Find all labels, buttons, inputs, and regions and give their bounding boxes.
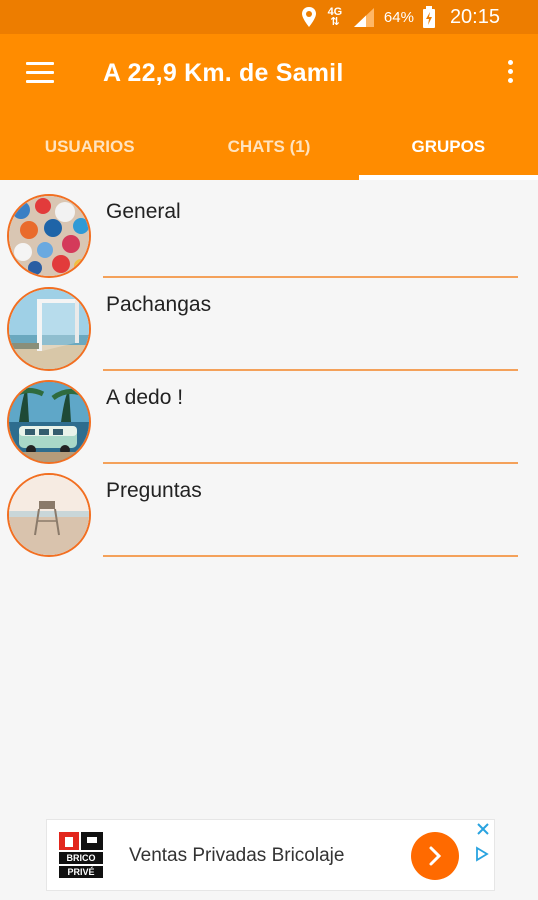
app-bar: A 22,9 Km. de Samil [0, 34, 538, 114]
group-avatar-a-dedo [7, 380, 91, 464]
location-pin-icon [301, 7, 316, 27]
group-avatar-pachangas [7, 287, 91, 371]
group-name: Pachangas [106, 293, 212, 316]
tab-grupos[interactable]: GRUPOS [358, 114, 538, 180]
ad-open-button[interactable] [411, 832, 459, 880]
chevron-right-icon [429, 846, 442, 866]
status-time: 20:15 [449, 5, 500, 28]
van-palms-image [9, 382, 89, 462]
tab-bar: USUARIOS CHATS (1) GRUPOS [0, 114, 538, 180]
signal-icon [353, 8, 374, 27]
group-name: A dedo ! [106, 386, 184, 409]
group-item-a-dedo[interactable]: A dedo ! [0, 366, 538, 464]
status-bar: 4G ⇅ 64% 20:15 [0, 0, 538, 34]
ad-close-icon[interactable] [476, 822, 490, 836]
app-title: A 22,9 Km. de Samil [103, 59, 344, 87]
beach-goal-image [9, 289, 89, 369]
list-divider [103, 555, 518, 557]
bricoprive-logo: BRICO PRIVÉ [57, 830, 107, 880]
network-arrows-icon: ⇅ [330, 16, 340, 28]
group-item-general[interactable]: General [0, 180, 538, 278]
umbrellas-image [9, 196, 89, 276]
logo-text-prive: PRIVÉ [67, 867, 94, 877]
tab-usuarios[interactable]: USUARIOS [0, 114, 179, 180]
battery-charging-icon [422, 6, 435, 28]
group-item-preguntas[interactable]: Preguntas [0, 459, 538, 557]
network-indicator: 4G ⇅ [326, 7, 344, 28]
group-avatar-general [7, 194, 91, 278]
lifeguard-tower-image [9, 475, 89, 555]
adchoices-icon[interactable] [474, 846, 490, 862]
group-name: Preguntas [106, 479, 202, 502]
tab-chats[interactable]: CHATS (1) [179, 114, 358, 180]
group-list: General Pachangas A dedo ! Preguntas [0, 180, 538, 557]
overflow-menu-icon[interactable] [506, 60, 514, 88]
group-avatar-preguntas [7, 473, 91, 557]
battery-percentage: 64% [383, 8, 414, 26]
group-item-pachangas[interactable]: Pachangas [0, 273, 538, 371]
ad-text: Ventas Privadas Bricolaje [129, 845, 345, 866]
ad-banner[interactable]: BRICO PRIVÉ Ventas Privadas Bricolaje [46, 819, 495, 891]
hamburger-menu-icon[interactable] [26, 62, 54, 84]
logo-text-brico: BRICO [67, 853, 96, 863]
group-name: General [106, 200, 181, 223]
